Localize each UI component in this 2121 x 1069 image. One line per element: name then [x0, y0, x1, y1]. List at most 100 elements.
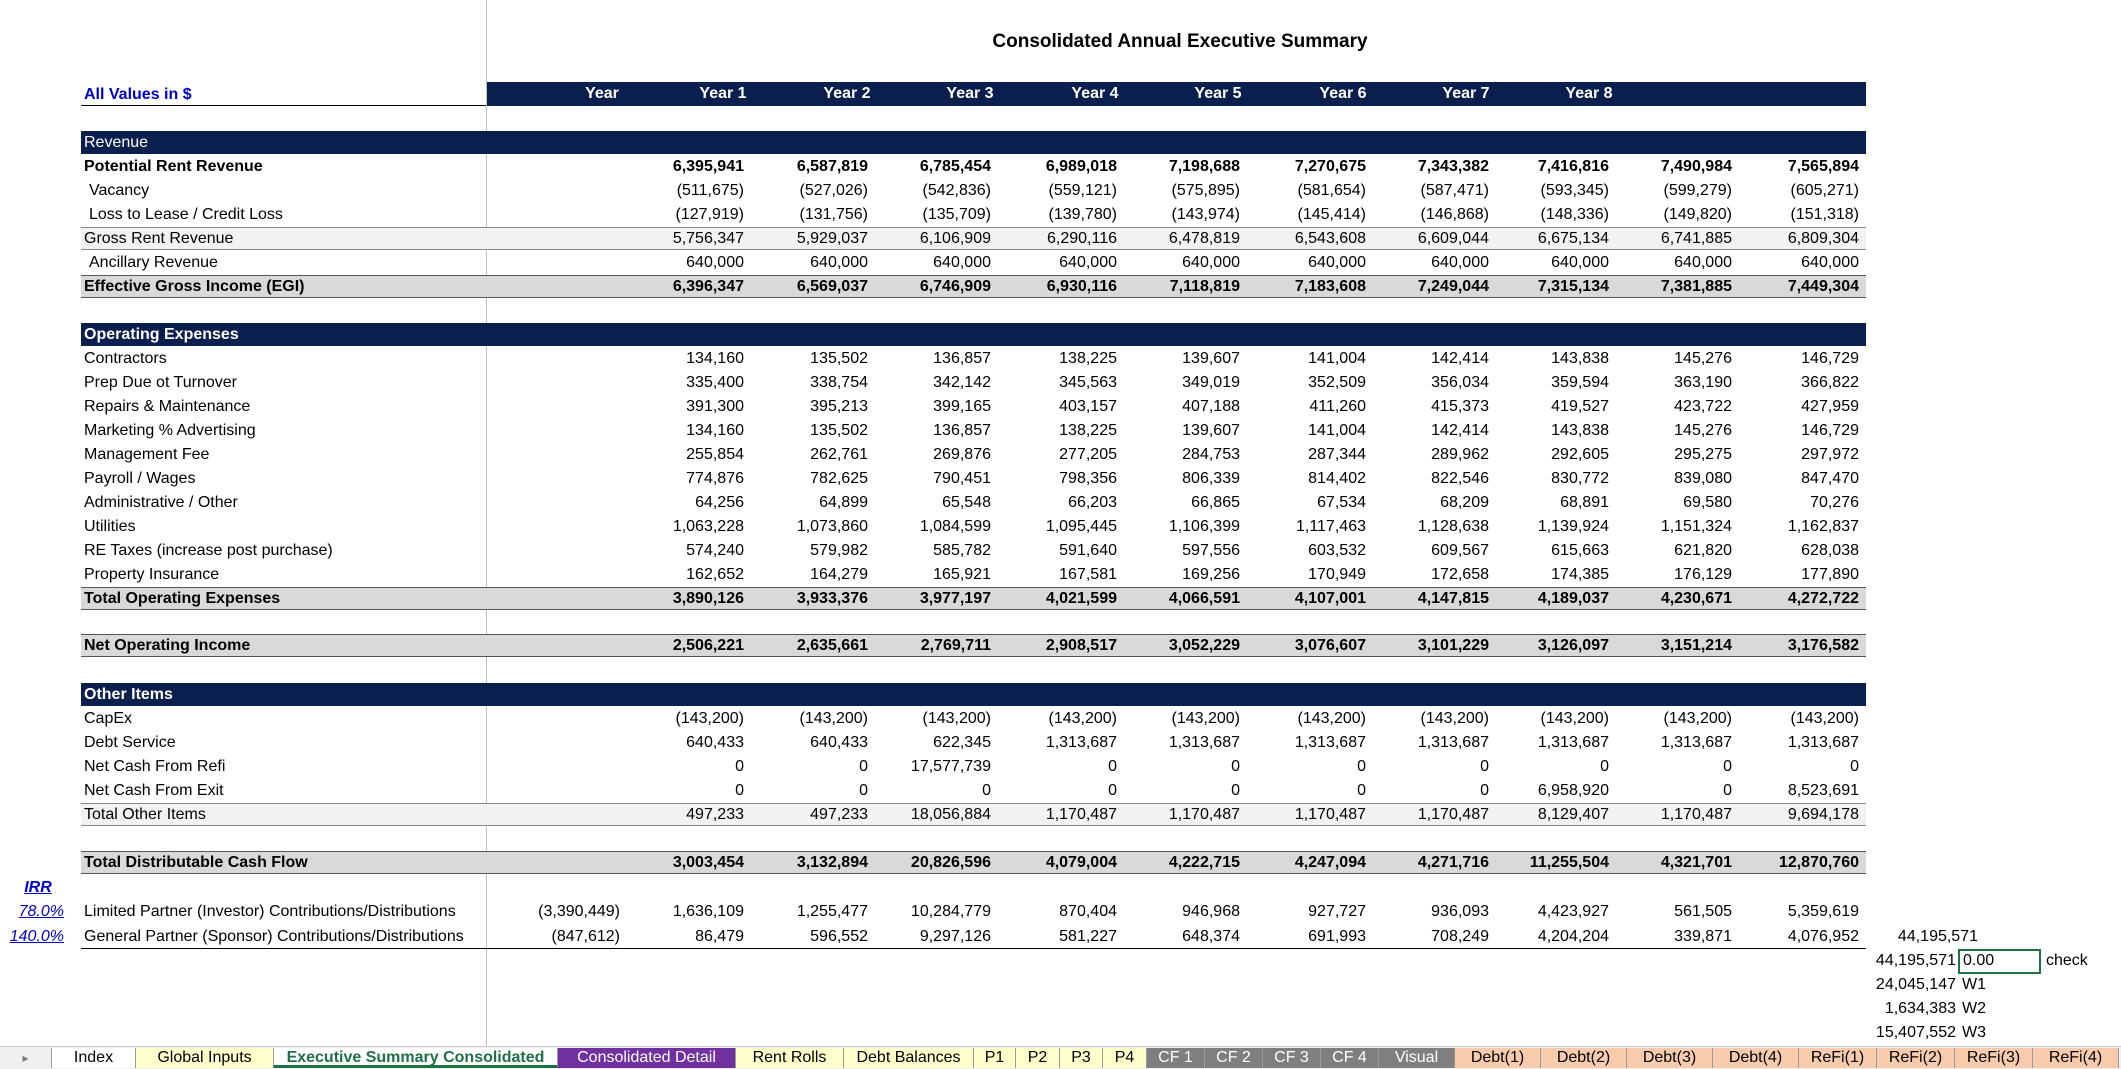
opex-row-label[interactable]: Marketing % Advertising	[84, 419, 256, 443]
revenue-row-cell[interactable]: (542,836)	[871, 179, 992, 203]
revenue-row-label[interactable]: Ancillary Revenue	[89, 251, 218, 275]
check-total[interactable]: 44,195,571	[1840, 949, 1956, 973]
tdcf-row-cell[interactable]: 4,271,716	[1369, 851, 1489, 875]
opex-row-label[interactable]: Repairs & Maintenance	[84, 395, 250, 419]
opex-row-cell[interactable]: 579,982	[748, 539, 868, 563]
opex-row-cell[interactable]: 1,128,638	[1369, 515, 1489, 539]
sheet-tab[interactable]: P1	[974, 1048, 1016, 1068]
revenue-row-cell[interactable]: 7,198,688	[1120, 155, 1240, 179]
other-header[interactable]: Other Items	[84, 683, 173, 707]
year-header-cell[interactable]: Year 7	[1406, 82, 1526, 106]
revenue-row-cell[interactable]: 640,000	[1120, 251, 1240, 275]
other-row-cell[interactable]: 1,170,487	[1120, 803, 1240, 827]
revenue-row-cell[interactable]: 6,478,819	[1120, 227, 1240, 251]
revenue-row-cell[interactable]: 7,449,304	[1739, 275, 1859, 299]
sheet-tab[interactable]: Debt(3)	[1627, 1048, 1713, 1068]
other-row-cell[interactable]: 1,313,687	[1489, 731, 1609, 755]
opex-row-label[interactable]: Prep Due ot Turnover	[84, 371, 237, 395]
opex-row-cell[interactable]: 822,546	[1369, 467, 1489, 491]
revenue-row-cell[interactable]: 7,381,885	[1612, 275, 1732, 299]
other-row-cell[interactable]: (143,200)	[1489, 707, 1610, 731]
opex-row-cell[interactable]: 4,189,037	[1489, 587, 1609, 611]
opex-row-cell[interactable]: 139,607	[1120, 347, 1240, 371]
opex-row-cell[interactable]: 790,451	[871, 467, 991, 491]
irr-lp-row-cell[interactable]: 946,968	[1120, 900, 1240, 924]
irr-gp-label[interactable]: General Partner (Sponsor) Contributions/…	[84, 925, 464, 949]
opex-row-cell[interactable]: 3,933,376	[748, 587, 868, 611]
other-row-cell[interactable]: 0	[1489, 755, 1609, 779]
opex-row-cell[interactable]: 141,004	[1246, 419, 1366, 443]
revenue-row-cell[interactable]: 6,741,885	[1612, 227, 1732, 251]
opex-row-cell[interactable]: 782,625	[748, 467, 868, 491]
other-row-cell[interactable]: 0	[624, 779, 744, 803]
sheet-tab[interactable]: P4	[1103, 1048, 1147, 1068]
revenue-row-cell[interactable]: 6,675,134	[1489, 227, 1609, 251]
irr-gp-row-cell[interactable]: 86,479	[624, 925, 744, 949]
opex-row-cell[interactable]: 162,652	[624, 563, 744, 587]
opex-row-cell[interactable]: 146,729	[1739, 419, 1859, 443]
irr-lp-row-cell[interactable]: 870,404	[997, 900, 1117, 924]
opex-row-cell[interactable]: 169,256	[1120, 563, 1240, 587]
other-row-cell[interactable]: 622,345	[871, 731, 991, 755]
opex-row-cell[interactable]: 289,962	[1369, 443, 1489, 467]
sheet-tab[interactable]: Debt Balances	[844, 1048, 974, 1068]
opex-header[interactable]: Operating Expenses	[84, 323, 239, 347]
opex-row-cell[interactable]: 615,663	[1489, 539, 1609, 563]
sheet-tab[interactable]: ReFi(1)	[1799, 1048, 1877, 1068]
revenue-row-label[interactable]: Potential Rent Revenue	[84, 155, 263, 179]
revenue-row-cell[interactable]: 7,490,984	[1612, 155, 1732, 179]
noi-row-cell[interactable]: 2,635,661	[748, 634, 868, 658]
opex-row-cell[interactable]: 170,949	[1246, 563, 1366, 587]
opex-row-cell[interactable]: 4,066,591	[1120, 587, 1240, 611]
sheet-tab[interactable]: Debt(1)	[1455, 1048, 1541, 1068]
opex-row-cell[interactable]: 415,373	[1369, 395, 1489, 419]
opex-row-cell[interactable]: 814,402	[1246, 467, 1366, 491]
opex-row-label[interactable]: Total Operating Expenses	[84, 587, 280, 611]
noi-row-cell[interactable]: 3,176,582	[1739, 634, 1859, 658]
other-row-cell[interactable]: (143,200)	[1612, 707, 1733, 731]
irr-gp-year0[interactable]: (847,612)	[500, 925, 621, 949]
opex-row-cell[interactable]: 70,276	[1739, 491, 1859, 515]
revenue-row-cell[interactable]: 6,746,909	[871, 275, 991, 299]
opex-row-label[interactable]: Management Fee	[84, 443, 209, 467]
other-row-cell[interactable]: 9,694,178	[1739, 803, 1859, 827]
sheet-tab[interactable]: P3	[1060, 1048, 1103, 1068]
tdcf-row-cell[interactable]: 3,003,454	[624, 851, 744, 875]
irr-gp-row-cell[interactable]: 9,297,126	[871, 925, 991, 949]
other-row-cell[interactable]: 640,433	[748, 731, 868, 755]
other-row-cell[interactable]: (143,200)	[624, 707, 745, 731]
opex-row-cell[interactable]: 366,822	[1739, 371, 1859, 395]
irr-lp-year0[interactable]: (3,390,449)	[500, 900, 620, 924]
opex-row-cell[interactable]: 1,117,463	[1246, 515, 1366, 539]
revenue-row-cell[interactable]: (511,675)	[624, 179, 744, 203]
opex-row-cell[interactable]: 335,400	[624, 371, 744, 395]
opex-row-cell[interactable]: 136,857	[871, 419, 991, 443]
other-row-label[interactable]: Total Other Items	[84, 803, 206, 827]
irr-lp-row-cell[interactable]: 10,284,779	[871, 900, 991, 924]
opex-row-cell[interactable]: 356,034	[1369, 371, 1489, 395]
year-header-cell[interactable]: Year 2	[787, 82, 907, 106]
opex-row-cell[interactable]: 269,876	[871, 443, 991, 467]
year-header-cell[interactable]: Year 6	[1283, 82, 1403, 106]
revenue-row-cell[interactable]: 6,290,116	[997, 227, 1117, 251]
check-value[interactable]: 0.00	[1963, 949, 1994, 973]
opex-row-cell[interactable]: 338,754	[748, 371, 868, 395]
opex-row-cell[interactable]: 585,782	[871, 539, 991, 563]
tdcf-row-cell[interactable]: 4,079,004	[997, 851, 1117, 875]
other-row-cell[interactable]: 0	[1120, 755, 1240, 779]
tdcf-row-cell[interactable]: 4,222,715	[1120, 851, 1240, 875]
revenue-row-cell[interactable]: 640,000	[624, 251, 744, 275]
irr-lp-row-cell[interactable]: 936,093	[1369, 900, 1489, 924]
irr-header[interactable]: IRR	[18, 876, 58, 900]
revenue-row-cell[interactable]: 640,000	[1739, 251, 1859, 275]
opex-row-label[interactable]: Property Insurance	[84, 563, 219, 587]
opex-row-cell[interactable]: 142,414	[1369, 347, 1489, 371]
opex-row-cell[interactable]: 143,838	[1489, 419, 1609, 443]
opex-row-cell[interactable]: 352,509	[1246, 371, 1366, 395]
irr-lp-value[interactable]: 78.0%	[0, 900, 64, 924]
opex-row-cell[interactable]: 4,107,001	[1246, 587, 1366, 611]
opex-row-cell[interactable]: 1,151,324	[1612, 515, 1732, 539]
other-row-cell[interactable]: 0	[624, 755, 744, 779]
irr-lp-row-cell[interactable]: 561,505	[1612, 900, 1732, 924]
other-row-cell[interactable]: (143,200)	[1120, 707, 1241, 731]
